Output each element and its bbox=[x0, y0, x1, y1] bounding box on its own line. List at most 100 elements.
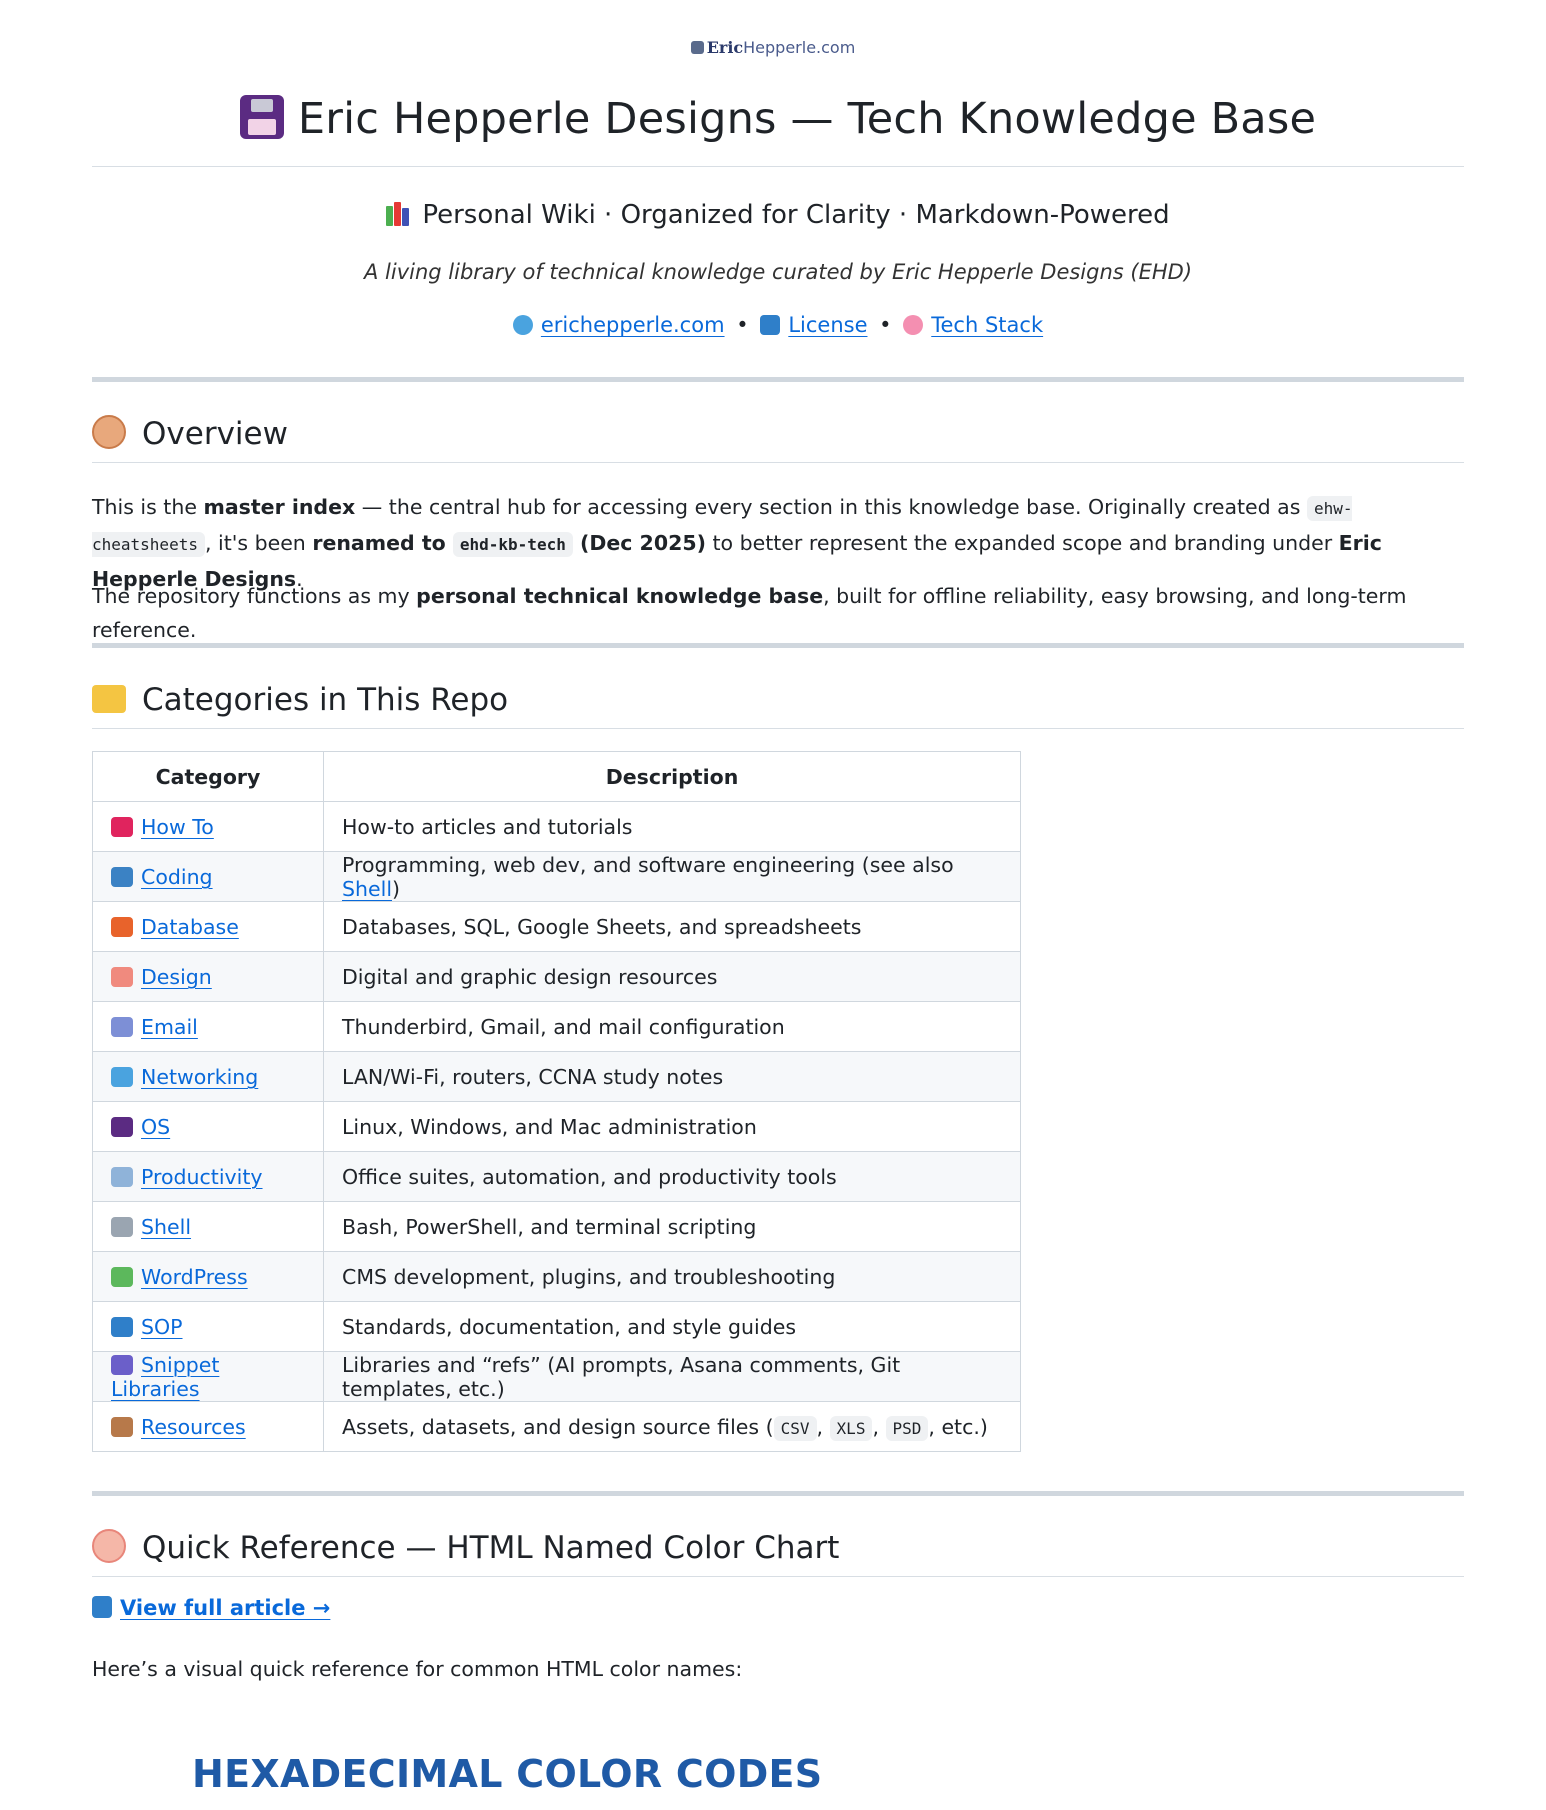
description-text: Standards, documentation, and style guid… bbox=[342, 1314, 797, 1339]
inline-link-shell[interactable]: Shell bbox=[342, 877, 392, 901]
category-cell: Shell bbox=[92, 1201, 324, 1252]
link-license-label: License bbox=[788, 313, 868, 337]
header-links: erichepperle.com • License • Tech Stack bbox=[92, 313, 1464, 337]
page-title-text: Eric Hepperle Designs — Tech Knowledge B… bbox=[297, 94, 1317, 144]
category-link-coding[interactable]: Coding bbox=[111, 865, 213, 889]
overview-paragraph-2: The repository functions as my personal … bbox=[92, 579, 1464, 647]
description-text: Libraries and “refs” (AI prompts, Asana … bbox=[342, 1352, 901, 1401]
category-link-shell[interactable]: Shell bbox=[111, 1215, 191, 1239]
text: — the central hub for accessing every se… bbox=[355, 495, 1307, 519]
toolbox-icon bbox=[111, 816, 133, 837]
table-row: Networking LAN/Wi-Fi, routers, CCNA study… bbox=[92, 1051, 1021, 1102]
category-cell: WordPress bbox=[92, 1251, 324, 1302]
globe-icon bbox=[512, 315, 533, 335]
table-row: Email Thunderbird, Gmail, and mail config… bbox=[92, 1001, 1021, 1052]
description-text-end: , etc.) bbox=[928, 1414, 988, 1439]
category-link-label: Email bbox=[141, 1014, 198, 1039]
description-cell: Assets, datasets, and design source file… bbox=[323, 1401, 1021, 1452]
brain-icon bbox=[903, 315, 924, 335]
link-tech-stack[interactable]: Tech Stack bbox=[903, 313, 1043, 337]
readme-page: EricHepperle.com Eric Hepperle Designs —… bbox=[0, 0, 1546, 1810]
site-logo[interactable]: EricHepperle.com bbox=[0, 38, 1546, 57]
category-cell: Coding bbox=[92, 851, 324, 902]
table-row: OS Linux, Windows, and Mac administration bbox=[92, 1101, 1021, 1152]
quickref-heading: Quick Reference — HTML Named Color Chart bbox=[92, 1529, 1464, 1577]
puzzle-icon bbox=[111, 1266, 133, 1287]
column-header-category: Category bbox=[92, 751, 324, 802]
books-icon bbox=[386, 202, 412, 226]
category-link-productivity[interactable]: Productivity bbox=[111, 1165, 263, 1189]
floppy-disk-icon bbox=[239, 95, 284, 139]
laptop-icon bbox=[111, 866, 133, 887]
category-link-database[interactable]: Database bbox=[111, 915, 239, 939]
category-cell: Productivity bbox=[92, 1151, 324, 1202]
text: This is the bbox=[92, 495, 204, 519]
category-link-label: OS bbox=[141, 1114, 171, 1139]
description-text: Linux, Windows, and Mac administration bbox=[342, 1114, 757, 1139]
description-text: Thunderbird, Gmail, and mail configurati… bbox=[342, 1014, 785, 1039]
description-cell: Digital and graphic design resources bbox=[323, 951, 1021, 1002]
column-header-description: Description bbox=[323, 751, 1021, 802]
book-icon bbox=[760, 315, 781, 335]
text: , it's been bbox=[204, 531, 313, 555]
category-cell: Resources bbox=[92, 1401, 324, 1452]
link-separator: • bbox=[879, 313, 892, 337]
inline-code: ehd-kb-tech bbox=[452, 532, 573, 557]
description-text-end: ) bbox=[392, 876, 401, 901]
bold-text: master index bbox=[203, 495, 356, 519]
table-row: Resources Assets, datasets, and design so… bbox=[92, 1401, 1021, 1452]
description-cell: Linux, Windows, and Mac administration bbox=[323, 1101, 1021, 1152]
category-cell: OS bbox=[92, 1101, 324, 1152]
category-cell: Networking bbox=[92, 1051, 324, 1102]
category-link-label: SOP bbox=[141, 1314, 183, 1339]
categories-table-body: How To How-to articles and tutorials Codin… bbox=[92, 801, 1021, 1452]
category-link-label: Shell bbox=[141, 1214, 192, 1239]
link-website-label: erichepperle.com bbox=[540, 313, 725, 337]
link-license[interactable]: License bbox=[760, 313, 867, 337]
category-link-snippet-libraries[interactable]: Snippet Libraries bbox=[111, 1353, 219, 1401]
categories-heading-text: Categories in This Repo bbox=[142, 682, 509, 718]
category-link-label: Resources bbox=[141, 1414, 246, 1439]
category-link-sop[interactable]: SOP bbox=[111, 1315, 183, 1339]
logo-icon bbox=[690, 41, 704, 54]
gear-icon bbox=[111, 1216, 133, 1237]
link-tech-stack-label: Tech Stack bbox=[931, 313, 1044, 337]
view-full-article-link[interactable]: View full article → bbox=[92, 1596, 330, 1620]
description-text: CMS development, plugins, and troublesho… bbox=[342, 1264, 836, 1289]
table-row: SOP Standards, documentation, and style g… bbox=[92, 1301, 1021, 1352]
description-cell: Programming, web dev, and software engin… bbox=[323, 851, 1021, 902]
description-text: LAN/Wi-Fi, routers, CCNA study notes bbox=[342, 1064, 724, 1089]
palette-icon bbox=[92, 1529, 126, 1563]
description-cell: Office suites, automation, and productiv… bbox=[323, 1151, 1021, 1202]
floppy-icon bbox=[111, 1116, 133, 1137]
category-link-networking[interactable]: Networking bbox=[111, 1065, 258, 1089]
category-link-email[interactable]: Email bbox=[111, 1015, 198, 1039]
link-website[interactable]: erichepperle.com bbox=[512, 313, 725, 337]
category-link-design[interactable]: Design bbox=[111, 965, 212, 989]
category-link-wordpress[interactable]: WordPress bbox=[111, 1265, 248, 1289]
quickref-intro: Here’s a visual quick reference for comm… bbox=[92, 1657, 743, 1681]
tagline: A living library of technical knowledge … bbox=[363, 260, 1193, 284]
overview-heading: Overview bbox=[92, 415, 1464, 463]
category-link-how-to[interactable]: How To bbox=[111, 815, 214, 839]
folder-icon bbox=[92, 685, 126, 713]
link-separator: • bbox=[736, 313, 749, 337]
category-link-resources[interactable]: Resources bbox=[111, 1415, 246, 1439]
category-link-label: Design bbox=[141, 964, 212, 989]
category-cell: Email bbox=[92, 1001, 324, 1052]
table-header-row: Category Description bbox=[92, 751, 1021, 802]
category-cell: How To bbox=[92, 801, 324, 852]
description-text: Office suites, automation, and productiv… bbox=[342, 1164, 837, 1189]
description-cell: Thunderbird, Gmail, and mail configurati… bbox=[323, 1001, 1021, 1052]
inline-code: XLS bbox=[829, 1415, 873, 1441]
category-link-os[interactable]: OS bbox=[111, 1115, 170, 1139]
description-text: Digital and graphic design resources bbox=[342, 964, 718, 989]
color-chart-image-title: HEXADECIMAL COLOR CODES bbox=[192, 1752, 823, 1796]
category-link-label: Productivity bbox=[141, 1164, 263, 1189]
table-row: Coding Programming, web dev, and software… bbox=[92, 851, 1021, 902]
description-cell: Databases, SQL, Google Sheets, and sprea… bbox=[323, 901, 1021, 952]
text: to better represent the expanded scope a… bbox=[705, 531, 1339, 555]
globe-icon bbox=[111, 1066, 133, 1087]
compass-icon bbox=[92, 415, 126, 449]
category-link-label: Coding bbox=[141, 864, 213, 889]
